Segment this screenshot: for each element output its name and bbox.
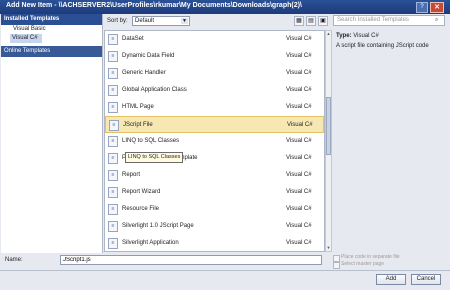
- template-row[interactable]: ≡ Dynamic Data Field Visual C#: [105, 48, 324, 65]
- template-language: Visual C#: [286, 172, 312, 178]
- template-name: DataSet: [122, 36, 144, 42]
- template-description: A script file containing JScript code: [336, 43, 429, 49]
- template-row[interactable]: ≡ Silverlight Application Visual C#: [105, 235, 324, 251]
- close-button[interactable]: ✕: [430, 2, 444, 13]
- template-file-icon: ≡: [108, 85, 118, 96]
- sort-label: Sort by:: [107, 18, 128, 24]
- template-language: Visual C#: [286, 104, 312, 110]
- template-file-icon: ≡: [108, 204, 118, 215]
- medium-icons-view-button[interactable]: ▤: [306, 16, 316, 26]
- tree-item-visual-basic[interactable]: Visual Basic: [1, 25, 102, 34]
- sort-value: Default: [135, 18, 155, 24]
- title-bar: Add New Item - \\ACHSERVER2\UserProfiles…: [0, 0, 450, 14]
- template-name: Report Wizard: [122, 189, 161, 195]
- template-file-icon: ≡: [108, 221, 118, 232]
- large-icons-view-button[interactable]: ▣: [318, 16, 328, 26]
- template-row[interactable]: ≡ Resource File Visual C#: [105, 201, 324, 218]
- template-tree: Installed Templates Visual Basic Visual …: [1, 14, 103, 253]
- master-page-checkbox[interactable]: Select master page: [333, 261, 400, 269]
- template-file-icon: ≡: [108, 51, 118, 62]
- template-file-icon: ≡: [108, 153, 118, 164]
- tree-item-visual-csharp[interactable]: Visual C#: [10, 34, 42, 43]
- name-input[interactable]: [60, 255, 322, 265]
- scroll-thumb[interactable]: [326, 97, 331, 155]
- add-button[interactable]: Add: [376, 274, 406, 285]
- template-file-icon: ≡: [108, 102, 118, 113]
- template-name: Resource File: [122, 206, 160, 212]
- sort-toolbar: Sort by: Default ▼ ▦ ▤ ▣: [104, 14, 328, 29]
- template-name: Silverlight Application: [122, 240, 179, 246]
- template-name: JScript File: [123, 122, 153, 128]
- search-placeholder: Search Installed Templates: [337, 17, 409, 23]
- template-file-icon: ≡: [108, 34, 118, 45]
- template-row[interactable]: ≡ Global Application Class Visual C#: [105, 82, 324, 99]
- template-row[interactable]: ≡ LINQ to SQL Classes Visual C#: [105, 133, 324, 150]
- template-language: Visual C#: [286, 189, 312, 195]
- window-title: Add New Item - \\ACHSERVER2\UserProfiles…: [6, 2, 302, 9]
- template-row[interactable]: ≡ Report Visual C#: [105, 167, 324, 184]
- template-name: Silverlight 1.0 JScript Page: [122, 223, 194, 229]
- help-button[interactable]: ?: [416, 2, 428, 13]
- template-row[interactable]: ≡ Silverlight 1.0 JScript Page Visual C#: [105, 218, 324, 235]
- template-language: Visual C#: [286, 155, 312, 161]
- template-row[interactable]: ≡ DataSet Visual C#: [105, 31, 324, 48]
- template-name: Generic Handler: [122, 70, 166, 76]
- checkbox-box: [333, 262, 340, 269]
- template-file-icon: ≡: [108, 187, 118, 198]
- template-language: Visual C#: [286, 240, 312, 246]
- template-language: Visual C#: [286, 87, 312, 93]
- template-name: Dynamic Data Field: [122, 53, 175, 59]
- template-list: ≡ DataSet Visual C# ≡ Dynamic Data Field Visu…: [104, 30, 325, 252]
- template-file-icon: ≡: [108, 170, 118, 181]
- search-input[interactable]: Search Installed Templates ⌕: [333, 15, 445, 26]
- template-language: Visual C#: [286, 36, 312, 42]
- scroll-up-icon[interactable]: ▲: [326, 31, 331, 37]
- template-row[interactable]: ≡ Generic Handler Visual C#: [105, 65, 324, 82]
- template-row[interactable]: ≡ JScript File Visual C#: [105, 116, 324, 133]
- template-name: Global Application Class: [122, 87, 187, 93]
- tooltip: LINQ to SQL Classes: [125, 152, 184, 163]
- template-name: HTML Page: [122, 104, 154, 110]
- small-icons-view-button[interactable]: ▦: [294, 16, 304, 26]
- template-language: Visual C#: [286, 223, 312, 229]
- template-row[interactable]: ≡ HTML Page Visual C#: [105, 99, 324, 116]
- template-file-icon: ≡: [108, 136, 118, 147]
- template-language: Visual C#: [286, 70, 312, 76]
- search-icon: ⌕: [435, 17, 439, 23]
- cancel-button[interactable]: Cancel: [411, 274, 441, 285]
- template-row[interactable]: ≡ Report Wizard Visual C#: [105, 184, 324, 201]
- template-file-icon: ≡: [109, 120, 119, 131]
- template-language: Visual C#: [286, 53, 312, 59]
- footer-divider: [0, 270, 450, 271]
- chevron-down-icon: ▼: [181, 18, 188, 24]
- installed-templates-header[interactable]: Installed Templates: [1, 14, 102, 25]
- template-language: Visual C#: [287, 122, 313, 128]
- template-type: Type: Visual C#: [336, 33, 379, 39]
- online-templates-header[interactable]: Online Templates: [1, 46, 102, 57]
- template-name: Report: [122, 172, 141, 178]
- separate-file-checkbox[interactable]: Place code in separate file: [333, 254, 400, 262]
- options-group: Place code in separate file Select maste…: [333, 254, 400, 269]
- template-language: Visual C#: [286, 138, 312, 144]
- scroll-down-icon[interactable]: ▼: [326, 245, 331, 251]
- name-label: Name:: [5, 257, 23, 263]
- template-name: LINQ to SQL Classes: [122, 138, 180, 144]
- template-file-icon: ≡: [108, 68, 118, 79]
- vertical-scrollbar[interactable]: ▲ ▼: [325, 30, 332, 252]
- template-file-icon: ≡: [108, 238, 118, 249]
- details-pane: Type: Visual C# A script file containing…: [333, 30, 445, 252]
- sort-select[interactable]: Default ▼: [132, 16, 190, 26]
- template-language: Visual C#: [286, 206, 312, 212]
